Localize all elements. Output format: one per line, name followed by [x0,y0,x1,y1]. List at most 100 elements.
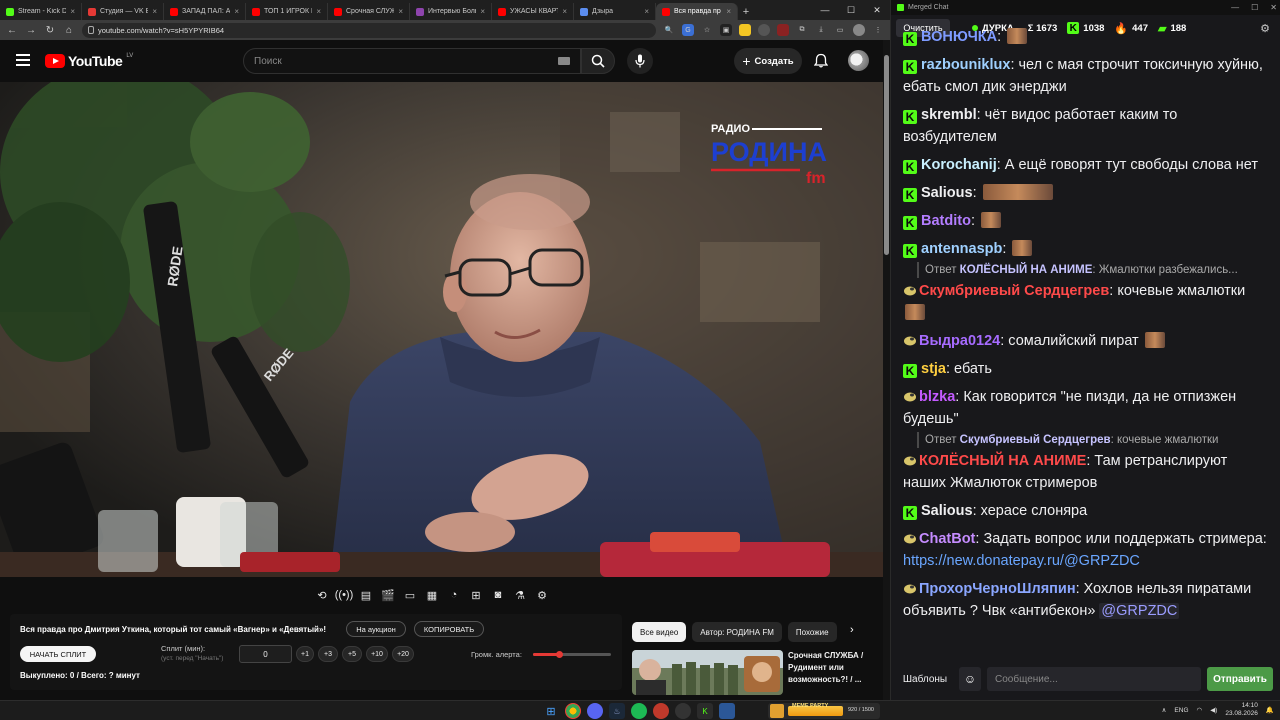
subtitles-icon[interactable]: ▦ [423,586,441,604]
chat-username[interactable]: Batdito [921,213,971,229]
menu-icon[interactable] [16,54,30,66]
back-icon[interactable]: ← [6,25,18,36]
add-1-button[interactable]: +1 [296,646,314,662]
split-view-icon[interactable]: ▭ [834,24,846,36]
voice-search-button[interactable] [627,48,653,74]
create-button[interactable]: + Создать [734,48,802,74]
obs-red-icon[interactable] [653,703,669,719]
browser-tab[interactable]: ТОП 1 ИГРОК ГЕЙ × [246,3,328,20]
meme-party-widget[interactable]: MEME PARTY 920 / 1500 [768,703,880,719]
camera-icon[interactable]: ◙ [489,586,507,604]
tab-close-icon[interactable]: × [480,7,485,16]
extensions-puzzle-icon[interactable]: ⧉ [796,24,808,36]
close-button[interactable]: ✕ [864,0,890,20]
reply-user[interactable]: КОЛЁСНЫЙ НА АНИМЕ [960,264,1093,276]
send-button[interactable]: Отправить [1207,667,1273,691]
translate-icon[interactable]: G [682,24,694,36]
chat-username[interactable]: Salious [921,185,973,201]
notifications-bell-icon[interactable] [814,53,828,68]
tab-close-icon[interactable]: × [70,7,75,16]
related-video-title[interactable]: Срочная СЛУЖБА / Рудимент или возможност… [788,650,880,686]
extension-icon-yellow[interactable] [739,24,751,36]
gear-icon[interactable]: ⚙ [533,586,551,604]
chip-similar[interactable]: Похожие [787,622,837,642]
tab-close-icon[interactable]: × [398,7,403,16]
maximize-button[interactable]: ☐ [838,0,864,20]
new-tab-button[interactable]: + [738,3,754,20]
chips-next-icon[interactable]: › [850,624,854,636]
chrome-icon[interactable] [565,703,581,719]
speed-icon[interactable]: ◔ [445,586,463,604]
reply-user[interactable]: Скумбриевый Сердцегрев [960,434,1111,446]
chat-username[interactable]: ВОНЮЧКА [921,29,997,45]
chip-all-videos[interactable]: Все видео [632,622,687,642]
extension-icon-red[interactable] [777,24,789,36]
notifications-icon[interactable]: 🔔 [1266,706,1274,714]
scrollbar-thumb[interactable] [884,55,889,255]
tab-close-icon[interactable]: × [644,7,649,16]
chat-username[interactable]: antennaspb [921,241,1002,257]
tab-close-icon[interactable]: × [726,7,731,16]
chat-username[interactable]: КОЛЁСНЫЙ НА АНИМЕ [919,453,1086,469]
browser-tab[interactable]: Срочная СЛУЖБА × [328,3,410,20]
chat-mention[interactable]: @GRPZDC [1099,603,1180,619]
add-5-button[interactable]: +5 [342,646,362,662]
add-20-button[interactable]: +20 [392,646,414,662]
home-icon[interactable]: ⌂ [63,25,75,36]
chat-maximize-button[interactable]: ☐ [1251,3,1258,12]
tab-close-icon[interactable]: × [152,7,157,16]
browser-tab[interactable]: УЖАСЫ КВАРТИР × [492,3,574,20]
volume-icon[interactable]: ◀) [1210,706,1217,714]
chat-username[interactable]: ChatBot [919,531,975,547]
search-input[interactable]: Поиск [243,48,581,74]
chat-username[interactable]: Salious [921,503,973,519]
lab-icon[interactable]: ⚗ [511,586,529,604]
windows-start-icon[interactable]: ⊞ [543,703,559,719]
tab-close-icon[interactable]: × [234,7,239,16]
chat-close-button[interactable]: ✕ [1270,3,1277,12]
to-auction-button[interactable]: На аукцион [346,621,406,637]
tab-close-icon[interactable]: × [316,7,321,16]
url-field[interactable]: youtube.com/watch?v=sH5YPYRIB64 [82,22,656,38]
kick-chat-icon[interactable]: K [697,703,713,719]
wifi-icon[interactable]: ◠ [1197,706,1203,714]
emoji-picker-icon[interactable]: ☺ [959,667,981,691]
add-frame-icon[interactable]: ⊞ [467,586,485,604]
reload-icon[interactable]: ↻ [44,25,56,36]
obs-icon[interactable] [675,703,691,719]
chat-username[interactable]: skrembl [921,107,977,123]
tray-chevron-icon[interactable]: ∧ [1162,706,1167,714]
alert-volume-slider[interactable] [533,651,611,658]
tab-close-icon[interactable]: × [562,7,567,16]
chat-username[interactable]: Скумбриевый Сердцегрев [919,283,1109,299]
site-info-icon[interactable] [88,25,94,34]
browser-tab[interactable]: ЗАПАД ПАЛ: АСМО× [164,3,246,20]
alert-volume-knob[interactable] [555,651,563,658]
add-3-button[interactable]: +3 [318,646,338,662]
downloads-icon[interactable]: ⤓ [815,24,827,36]
frame-icon[interactable]: ▭ [401,586,419,604]
extension-icon[interactable]: ▣ [720,24,732,36]
browser-tab[interactable]: Вся правда пр × [656,3,738,20]
browser-menu-icon[interactable]: ⋮ [872,24,884,36]
minimize-button[interactable]: — [812,0,838,20]
discord-icon[interactable] [587,703,603,719]
chat-username[interactable]: stja [921,361,946,377]
screen-settings-icon[interactable]: ▤ [357,586,375,604]
profile-icon[interactable] [853,24,865,36]
copy-button[interactable]: КОПИРОВАТЬ [414,621,484,637]
app-icon[interactable] [719,703,735,719]
chat-username[interactable]: razbouniklux [921,57,1010,73]
chip-author[interactable]: Автор: РОДИНА FM [692,622,782,642]
forward-icon[interactable]: → [25,25,37,36]
steam-icon[interactable]: ♨ [609,703,625,719]
page-scrollbar[interactable] [883,40,890,700]
zoom-icon[interactable]: 🔍 [663,24,675,36]
broadcast-icon[interactable]: ((•)) [335,586,354,604]
chat-username[interactable]: Korochanij [921,157,997,173]
clapper-icon[interactable]: 🎬 [379,586,397,604]
search-button[interactable] [581,48,615,74]
chat-username[interactable]: Выдра0124 [919,333,1000,349]
templates-button[interactable]: Шаблоны [897,667,953,691]
extension-icon-circle[interactable] [758,24,770,36]
